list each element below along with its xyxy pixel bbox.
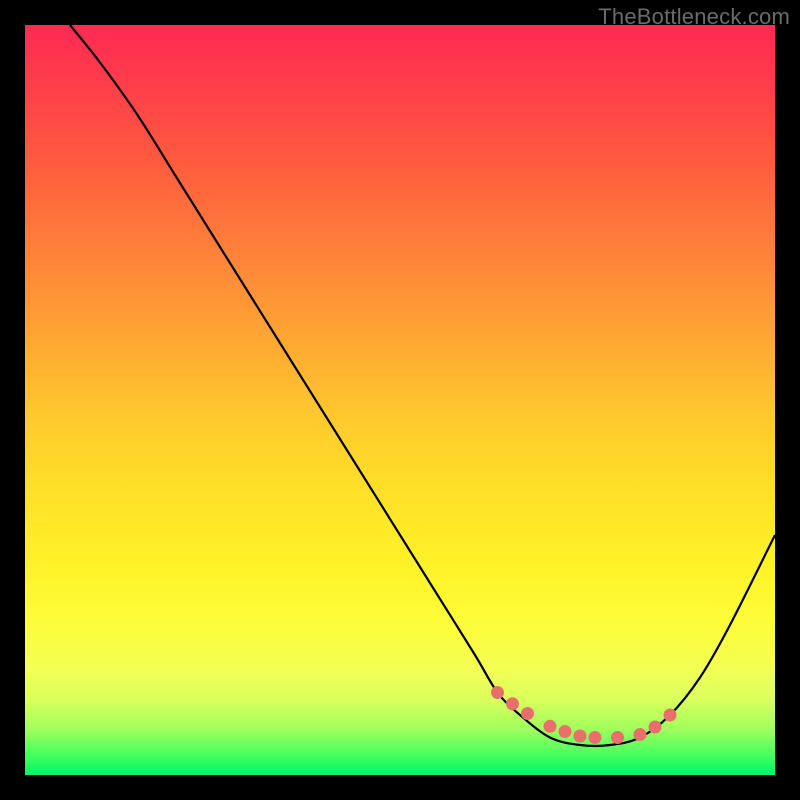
highlight-dot [634, 728, 647, 741]
bottleneck-curve [70, 25, 775, 746]
highlight-dot [506, 697, 519, 710]
plot-area [25, 25, 775, 775]
highlight-dot [559, 725, 572, 738]
highlight-dot [491, 686, 504, 699]
highlight-dot [649, 721, 662, 734]
highlight-dot [544, 720, 557, 733]
highlight-dot [589, 731, 602, 744]
curve-layer [25, 25, 775, 775]
highlight-dot [574, 730, 587, 743]
highlight-dot [664, 709, 677, 722]
highlight-dot [521, 707, 534, 720]
highlight-dot [611, 731, 624, 744]
chart-frame: TheBottleneck.com [0, 0, 800, 800]
